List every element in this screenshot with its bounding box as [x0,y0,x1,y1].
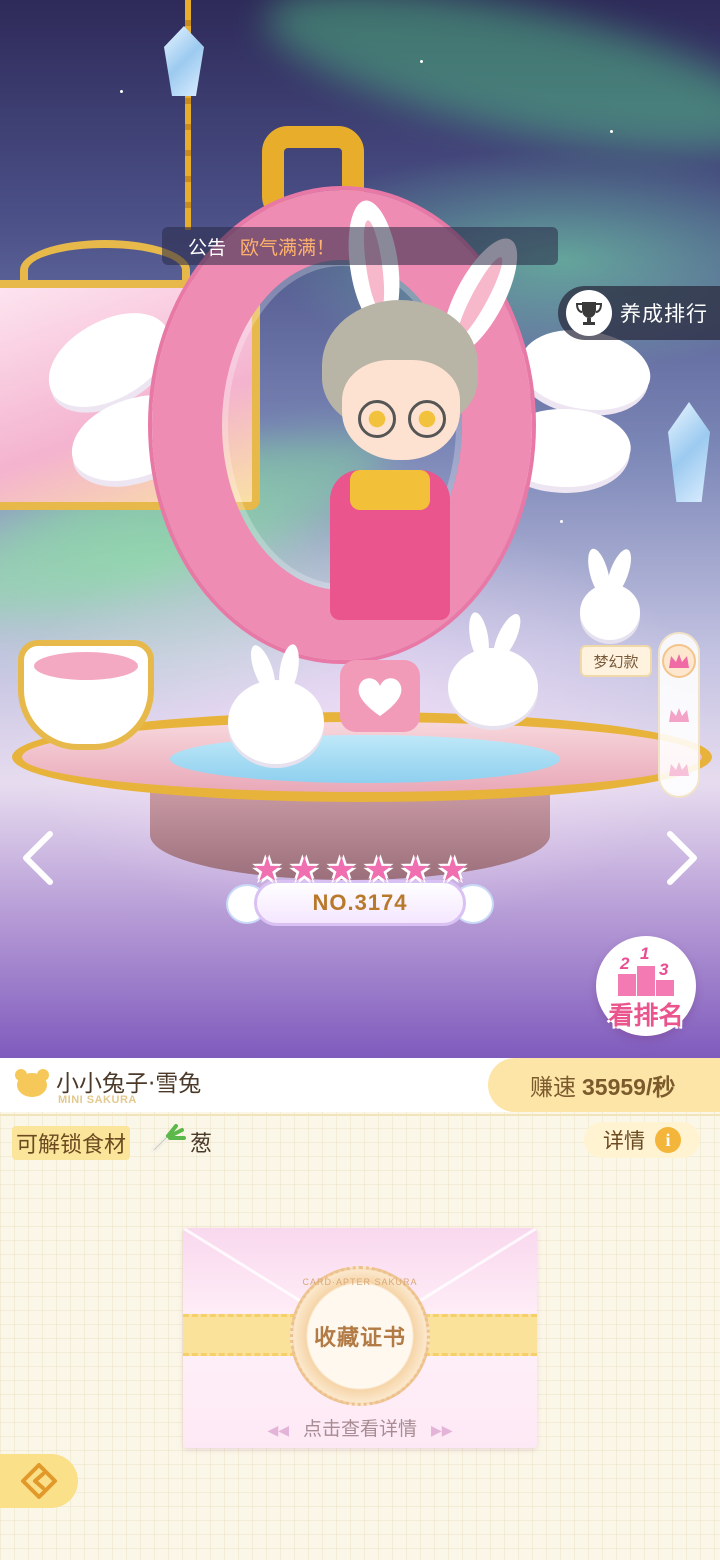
podium-rank: 3 [659,960,669,979]
bunny-figure [228,642,324,764]
info-panel: 小小兔子·雪兔 MINI SAKURA 赚速 35959/秒 可解锁食材 葱 详… [0,1058,720,1560]
heart-icon [358,678,402,716]
unlockable-ingredient-tag: 可解锁食材 [12,1126,131,1160]
podium-rank: 1 [640,944,650,963]
details-button[interactable]: 详情 i [584,1122,700,1158]
crown-icon-2[interactable] [662,698,696,732]
item-title-row: 小小兔子·雪兔 MINI SAKURA 赚速 35959/秒 [0,1058,720,1112]
ingredient-name: 葱 [190,1132,213,1157]
details-label: 详情 [603,1129,645,1153]
glasses-lens [358,400,396,438]
right-arrows-icon: ▶▶ [431,1423,453,1439]
star-icon: ★ [363,850,394,890]
chevron-left-icon[interactable] [16,828,60,888]
star-icon: ★ [326,850,357,890]
star [420,60,423,63]
earning-speed: 赚速 35959/秒 [488,1058,720,1112]
crystal [668,402,710,502]
star [560,520,563,523]
game-scene: 公告 欧气满满！ 养成排行 梦幻款 NO.3174 ★ ★ ★ ★ ★ ★ 2 … [0,0,720,1058]
star [610,130,613,133]
crown-icon-3[interactable] [662,752,696,786]
glasses-lens [408,400,446,438]
leek-icon [151,1124,186,1153]
star-icon: ★ [400,850,431,890]
star-rating: ★ ★ ★ ★ ★ ★ [252,850,468,890]
trophy-icon [566,290,612,336]
item-name: 小小兔子·雪兔 [56,1071,202,1097]
announcement-bar[interactable]: 公告 欧气满满！ [162,227,558,265]
certificate-hint: ◀◀ 点击查看详情 ▶▶ [183,1414,537,1441]
character-collar [350,470,430,510]
water-pool [170,735,560,783]
teacup [18,640,154,750]
certificate-title: 收藏证书 [313,1326,406,1351]
speed-value: 35959/秒 [582,1074,676,1100]
podium-icon: 2 1 3 [618,944,674,996]
collection-number-badge: NO.3174 ★ ★ ★ ★ ★ ★ [226,850,494,930]
announcement-label: 公告 [188,236,227,259]
style-tag: 梦幻款 [580,645,652,677]
speed-label: 赚速 [530,1075,576,1101]
collection-number: NO.3174 [312,890,408,915]
item-subtitle: MINI SAKURA [58,1094,137,1106]
certificate-seal: CARD·APTER SAKURA 收藏证书 [290,1266,430,1406]
star [120,90,123,93]
ranking-label: 养成排行 [620,302,708,326]
info-icon: i [655,1127,681,1153]
chevron-right-icon[interactable] [660,828,704,888]
seal-ring-text: CARD·APTER SAKURA [302,1277,418,1287]
back-arrow-icon [21,1463,57,1499]
certificate-hint-text: 点击查看详情 [302,1418,417,1440]
bunny-figure [448,610,538,726]
announcement-text: 欧气满满！ [240,236,336,259]
star-icon: ★ [252,850,283,890]
bear-icon [15,1069,49,1097]
bunny-figure [580,546,640,640]
star-icon: ★ [437,850,468,890]
crown-icon-1[interactable] [662,644,696,678]
view-ranking-button[interactable]: 2 1 3 看排名 [596,936,696,1036]
style-switcher[interactable] [658,632,700,798]
cultivation-ranking-button[interactable]: 养成排行 [558,286,720,340]
back-button[interactable] [0,1454,78,1508]
collection-certificate[interactable]: CARD·APTER SAKURA 收藏证书 ◀◀ 点击查看详情 ▶▶ [183,1228,537,1448]
view-ranking-label: 看排名 [608,1001,684,1030]
left-arrows-icon: ◀◀ [267,1423,289,1439]
star-icon: ★ [289,850,320,890]
divider [0,1114,720,1116]
crystal [164,26,204,96]
podium-rank: 2 [620,954,630,973]
